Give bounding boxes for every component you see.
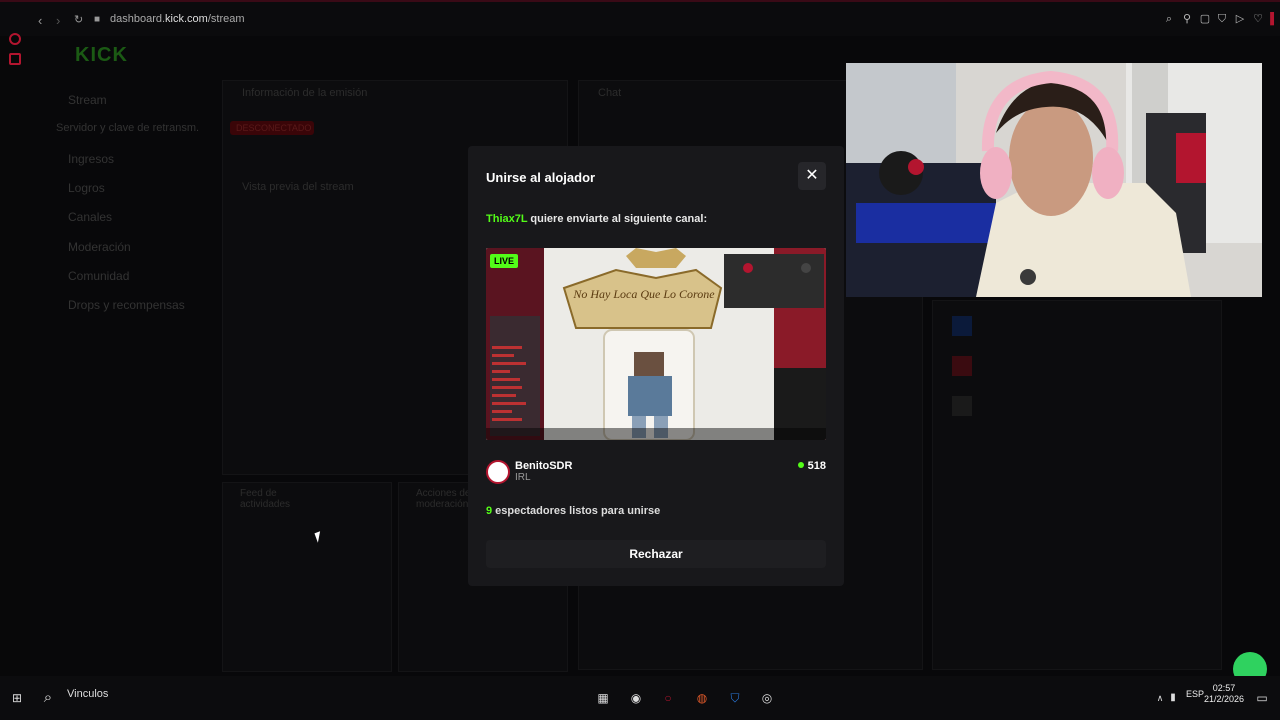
webcam-overlay (846, 63, 1262, 297)
forward-icon[interactable]: › (56, 13, 60, 28)
reward-icon (952, 356, 972, 376)
webcam-image (846, 63, 1262, 297)
sidebar-item-channels[interactable]: Canales (68, 210, 112, 224)
reward-icon (952, 396, 972, 416)
zoom-icon[interactable]: ⌕ (1163, 13, 1175, 25)
microphone-icon[interactable]: ▮ (1163, 688, 1183, 708)
sidebar-item-income[interactable]: Ingresos (68, 152, 114, 166)
steam-icon[interactable]: ◉ (626, 688, 646, 708)
chat-title: Chat (598, 87, 622, 99)
avatar[interactable] (486, 460, 510, 484)
activity-title: Feed de actividades (240, 488, 291, 510)
status-badge: DESCONECTADO (230, 121, 314, 135)
live-dot-icon (797, 462, 804, 468)
shield-app-icon[interactable]: ⛉ (725, 688, 745, 708)
address-bar[interactable]: dashboard.kick.com/stream (110, 13, 245, 25)
close-button[interactable]: ✕ (798, 162, 826, 190)
app-logo-icon[interactable] (9, 33, 21, 45)
opera-icon[interactable]: ○ (658, 688, 678, 708)
stream-info-title: Información de la emisión (242, 87, 368, 99)
play-icon[interactable]: ▷ (1234, 13, 1246, 25)
reward-icon (952, 316, 972, 336)
menu-icon[interactable]: ▌ (1268, 13, 1280, 25)
notification-icon[interactable]: ▭ (1252, 688, 1272, 708)
sidebar-item-server[interactable]: Servidor y clave de retransm. (56, 122, 199, 134)
preview-title: Vista previa del stream (242, 181, 354, 193)
sidebar-item-moderation[interactable]: Moderación (68, 240, 131, 254)
kick-logo: KICK (75, 44, 128, 66)
close-icon: ✕ (805, 167, 819, 184)
taskbar-search-label[interactable]: Vinculos (67, 688, 108, 700)
windows-taskbar: ⊞ ⌕ Vinculos ▦ ◉ ○ ◍ ⛉ ◎ ∧ ▮ ESP 02:57 2… (0, 676, 1280, 720)
language-indicator[interactable]: ESP (1186, 689, 1204, 699)
invite-message: Thiax7L quiere enviarte al siguiente can… (486, 213, 707, 225)
inviting-user[interactable]: Thiax7L (486, 213, 527, 225)
right-panel (932, 300, 1222, 670)
preview-crown-text: No Hay Loca Que Lo Corone (572, 287, 715, 301)
sidebar-item-achievements[interactable]: Logros (68, 181, 105, 195)
browser-app-icon[interactable]: ◎ (757, 688, 777, 708)
app-sidebar (0, 33, 30, 676)
sidebar-item-community[interactable]: Comunidad (68, 269, 129, 283)
ready-viewers-text: 9 espectadores listos para unirse (486, 505, 661, 517)
sidebar-item-drops[interactable]: Drops y recompensas (68, 298, 185, 312)
pin-icon[interactable]: ⚲ (1181, 13, 1193, 25)
discord-icon[interactable]: ◍ (692, 688, 712, 708)
windows-start-icon[interactable]: ⊞ (7, 688, 27, 708)
tabs-icon[interactable]: ▢ (1199, 13, 1211, 25)
invite-text: quiere enviarte al siguiente canal: (527, 213, 708, 225)
live-badge: LIVE (490, 254, 519, 268)
app-icon[interactable]: ▦ (593, 688, 613, 708)
shield-icon[interactable]: ⛉ (1216, 13, 1228, 25)
channel-category[interactable]: IRL (515, 472, 531, 483)
channel-preview[interactable]: No Hay Loca Que Lo Corone LIVE (486, 248, 826, 440)
lock-icon: ■ (94, 14, 101, 25)
raid-modal: Unirse al alojador ✕ Thiax7L quiere envi… (468, 146, 844, 586)
channel-name[interactable]: BenitoSDR (515, 460, 572, 472)
viewer-count: 518 (797, 460, 826, 472)
reject-button[interactable]: Rechazar (486, 540, 826, 568)
screen: ‹ › ↻ ■ dashboard.kick.com/stream ⌕ ⚲ ▢ … (0, 0, 1280, 720)
taskbar-clock[interactable]: 02:57 21/2/2026 (1204, 683, 1244, 705)
reload-icon[interactable]: ↻ (74, 13, 83, 26)
preview-image: No Hay Loca Que Lo Corone (486, 248, 826, 440)
modal-title: Unirse al alojador (486, 170, 596, 185)
browser-toolbar: ‹ › ↻ ■ dashboard.kick.com/stream ⌕ ⚲ ▢ … (0, 0, 1280, 36)
heart-icon[interactable]: ♡ (1252, 13, 1264, 25)
sidebar-item-stream[interactable]: Stream (68, 93, 107, 107)
app-alert-icon[interactable] (9, 53, 21, 65)
activity-panel (222, 482, 392, 672)
back-icon[interactable]: ‹ (38, 13, 42, 28)
search-icon[interactable]: ⌕ (38, 688, 58, 708)
